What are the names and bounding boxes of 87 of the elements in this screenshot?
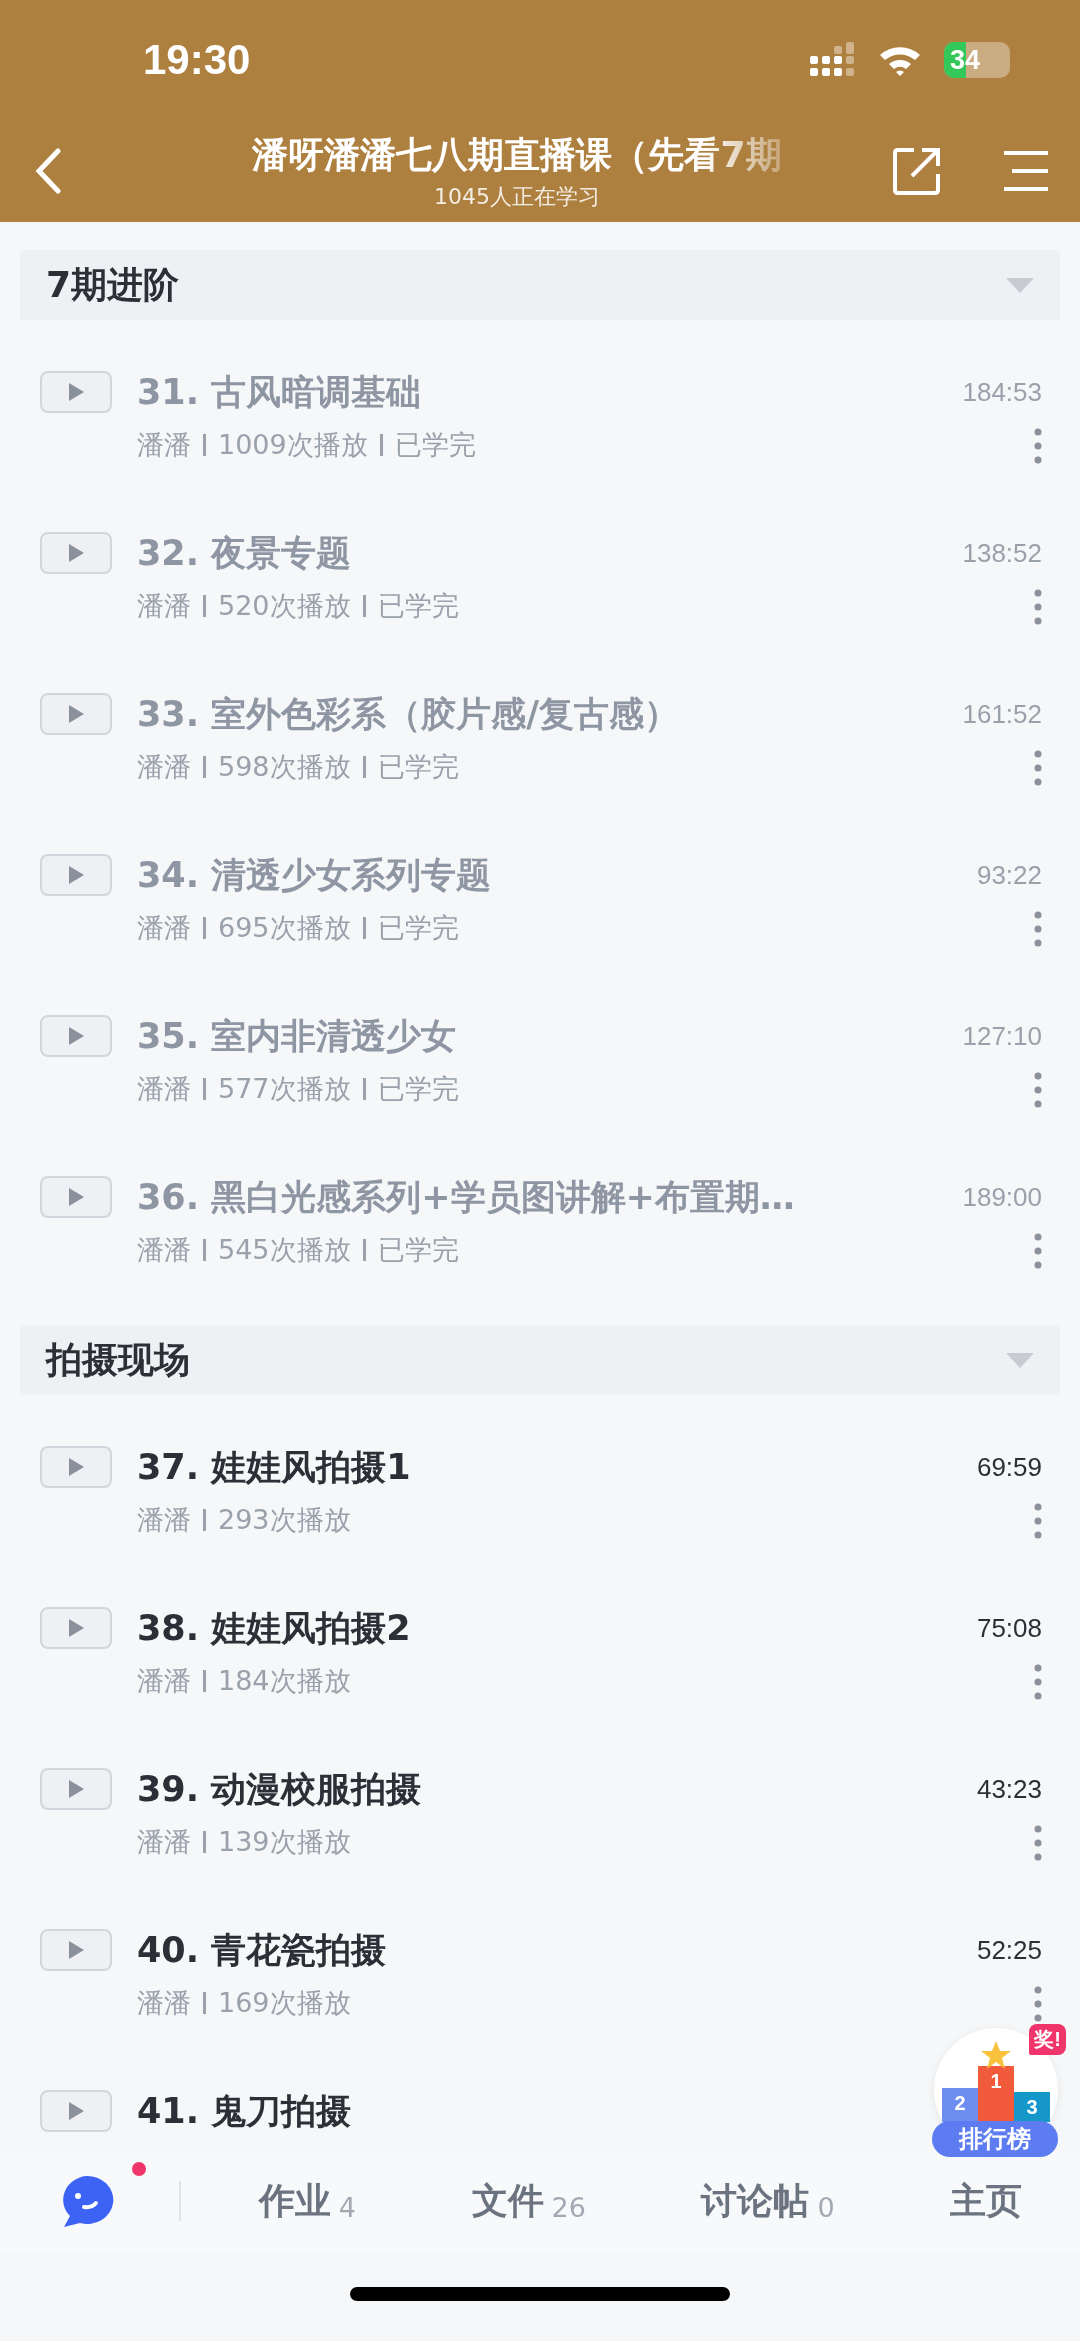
star-icon: [980, 2040, 1012, 2070]
completed-status: 已学完: [377, 589, 459, 623]
teacher-name: 潘潘: [137, 911, 191, 945]
lesson-title[interactable]: 40. 青花瓷拍摄: [137, 1928, 387, 1972]
more-icon[interactable]: [1034, 1233, 1042, 1269]
lesson-title[interactable]: 33. 室外色彩系（胶片感/复古感）: [137, 692, 679, 736]
more-icon[interactable]: [1034, 1503, 1042, 1539]
more-icon[interactable]: [1034, 1072, 1042, 1108]
teacher-name: 潘潘: [137, 428, 191, 462]
lesson-title[interactable]: 39. 动漫校服拍摄: [137, 1767, 422, 1811]
wifi-icon: [878, 44, 922, 76]
section-title: 7期进阶: [46, 262, 180, 307]
play-icon[interactable]: [40, 532, 112, 574]
lesson-title[interactable]: 31. 古风暗调基础: [137, 370, 422, 414]
completed-status: 已学完: [377, 1233, 459, 1267]
bottom-tab[interactable]: 作业 4: [258, 2176, 356, 2226]
section-title: 拍摄现场: [46, 1337, 190, 1382]
teacher-name: 潘潘: [137, 589, 191, 623]
more-icon[interactable]: [1034, 1664, 1042, 1700]
bottom-tab[interactable]: 文件 26: [471, 2176, 586, 2226]
play-count: 577次播放: [218, 1072, 351, 1106]
lesson-title[interactable]: 36. 黑白光感系列+学员图讲解+布置期…: [137, 1175, 795, 1219]
play-icon[interactable]: [40, 1446, 112, 1488]
lesson-duration: 69:59: [976, 1451, 1042, 1484]
section-header[interactable]: 7期进阶: [20, 250, 1060, 320]
play-icon[interactable]: [40, 1929, 112, 1971]
signal-icon: [810, 42, 856, 78]
lesson-duration: 127:10: [962, 1020, 1042, 1053]
lesson-title[interactable]: 35. 室内非清透少女: [137, 1014, 457, 1058]
play-icon[interactable]: [40, 2090, 112, 2132]
play-icon[interactable]: [40, 1015, 112, 1057]
play-count: 169次播放: [218, 1986, 351, 2020]
play-icon[interactable]: [40, 854, 112, 896]
play-count: 695次播放: [218, 911, 351, 945]
course-title: 潘呀潘潘七八期直播课（先看7期: [252, 132, 782, 177]
play-count: 293次播放: [218, 1503, 351, 1537]
play-count: 139次播放: [218, 1825, 351, 1859]
lesson-title[interactable]: 34. 清透少女系列专题: [137, 853, 492, 897]
more-icon[interactable]: [1034, 1825, 1042, 1861]
play-count: 545次播放: [218, 1233, 351, 1267]
lesson-duration: 184:53: [962, 376, 1042, 409]
completed-status: 已学完: [394, 428, 476, 462]
more-icon[interactable]: [1034, 589, 1042, 625]
teacher-name: 潘潘: [137, 1503, 191, 1537]
lesson-duration: 52:25: [976, 1934, 1042, 1967]
play-icon[interactable]: [40, 1607, 112, 1649]
lesson-title[interactable]: 37. 娃娃风拍摄1: [137, 1445, 411, 1489]
completed-status: 已学完: [377, 750, 459, 784]
more-icon[interactable]: [1034, 750, 1042, 786]
play-count: 184次播放: [218, 1664, 351, 1698]
back-icon[interactable]: [34, 148, 62, 194]
lesson-duration: 138:52: [962, 537, 1042, 570]
menu-icon[interactable]: [1002, 150, 1050, 192]
lesson-duration: 161:52: [962, 698, 1042, 731]
lesson-title[interactable]: 32. 夜景专题: [137, 531, 352, 575]
status-time: 19:30: [143, 36, 251, 84]
more-icon[interactable]: [1034, 1986, 1042, 2022]
teacher-name: 潘潘: [137, 1825, 191, 1859]
learner-count: 1045人正在学习: [434, 182, 600, 211]
play-count: 598次播放: [218, 750, 351, 784]
teacher-name: 潘潘: [137, 1664, 191, 1698]
bottom-tab[interactable]: 讨论帖 0: [701, 2176, 835, 2226]
collapse-icon: [1006, 276, 1034, 294]
lesson-duration: 189:00: [962, 1181, 1042, 1214]
lesson-duration: 75:08: [976, 1612, 1042, 1645]
lesson-title[interactable]: 38. 娃娃风拍摄2: [137, 1606, 411, 1650]
teacher-name: 潘潘: [137, 750, 191, 784]
completed-status: 已学完: [377, 1072, 459, 1106]
share-icon[interactable]: [892, 146, 942, 196]
more-icon[interactable]: [1034, 911, 1042, 947]
teacher-name: 潘潘: [137, 1233, 191, 1267]
teacher-name: 潘潘: [137, 1072, 191, 1106]
play-icon[interactable]: [40, 1768, 112, 1810]
more-icon[interactable]: [1034, 428, 1042, 464]
teacher-name: 潘潘: [137, 1986, 191, 2020]
lesson-title[interactable]: 41. 鬼刀拍摄: [137, 2089, 352, 2133]
play-icon[interactable]: [40, 371, 112, 413]
play-count: 520次播放: [218, 589, 351, 623]
bottom-tab[interactable]: 主页: [950, 2176, 1023, 2226]
collapse-icon: [1006, 1351, 1034, 1369]
play-icon[interactable]: [40, 693, 112, 735]
lesson-duration: 93:22: [976, 859, 1042, 892]
play-icon[interactable]: [40, 1176, 112, 1218]
lesson-duration: 43:23: [976, 1773, 1042, 1806]
play-count: 1009次播放: [218, 428, 368, 462]
section-header[interactable]: 拍摄现场: [20, 1325, 1060, 1395]
completed-status: 已学完: [377, 911, 459, 945]
